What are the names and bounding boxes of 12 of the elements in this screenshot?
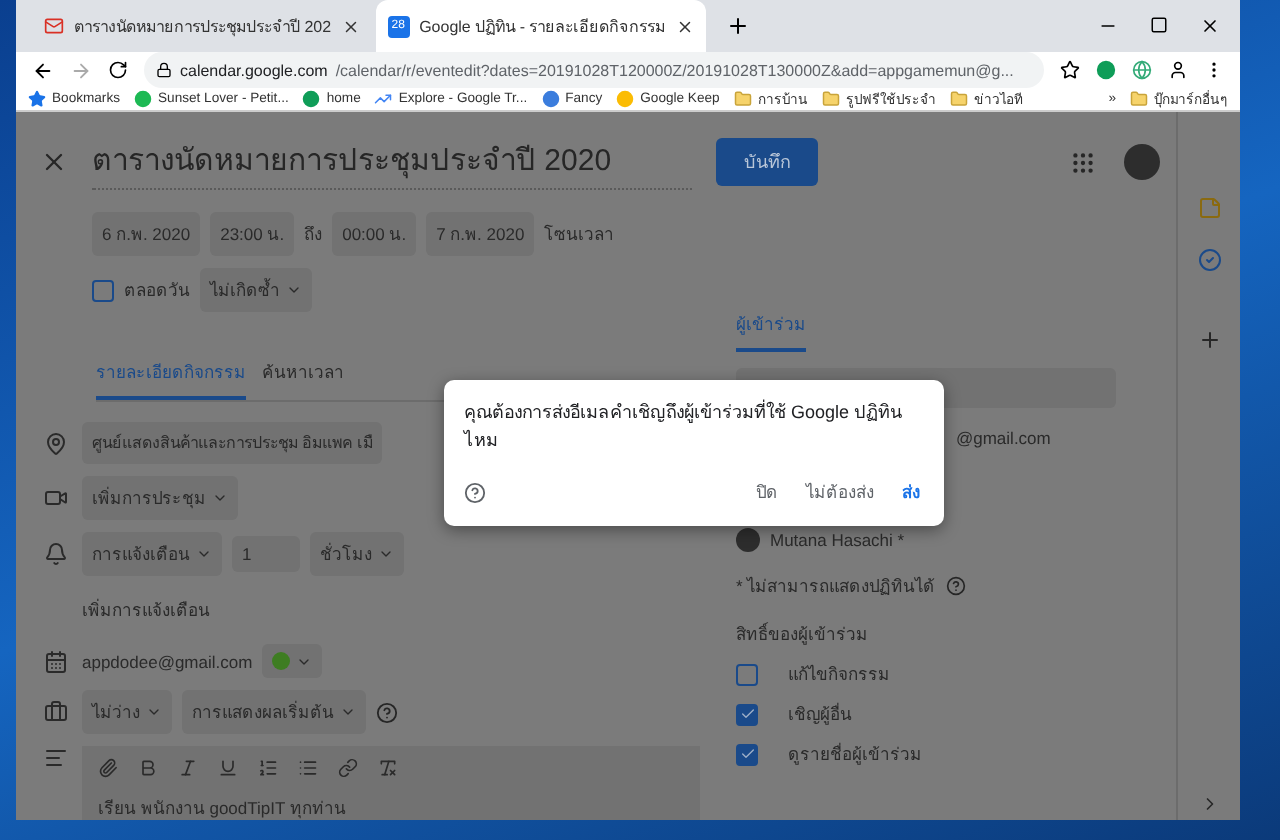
calendar-note: * ไม่สามารถแสดงปฏิทินได้	[736, 574, 936, 600]
all-day-label: ตลอดวัน	[124, 278, 190, 304]
permission-label: เชิญผู้อื่น	[788, 700, 852, 728]
guest-name: @gmail.com	[956, 428, 1051, 448]
to-label: ถึง	[304, 222, 323, 248]
permission-label: แก้ไขกิจกรรม	[788, 662, 890, 688]
guest-name: Mutana Hasachi *	[770, 530, 905, 550]
description-text: เรียน พนักงาน goodTipIT ทุกท่าน	[98, 796, 348, 820]
dialog-message: คุณต้องการส่งอีเมลคำเชิญถึงผู้เข้าร่วมที่ใช้ Google ปฏิทินไหม	[464, 400, 905, 453]
calendar-owner: appdodee@gmail.com	[82, 651, 253, 671]
permission-label: ดูรายชื่อผู้เข้าร่วม	[788, 740, 922, 768]
permissions-heading: สิทธิ์ของผู้เข้าร่วม	[736, 620, 868, 648]
